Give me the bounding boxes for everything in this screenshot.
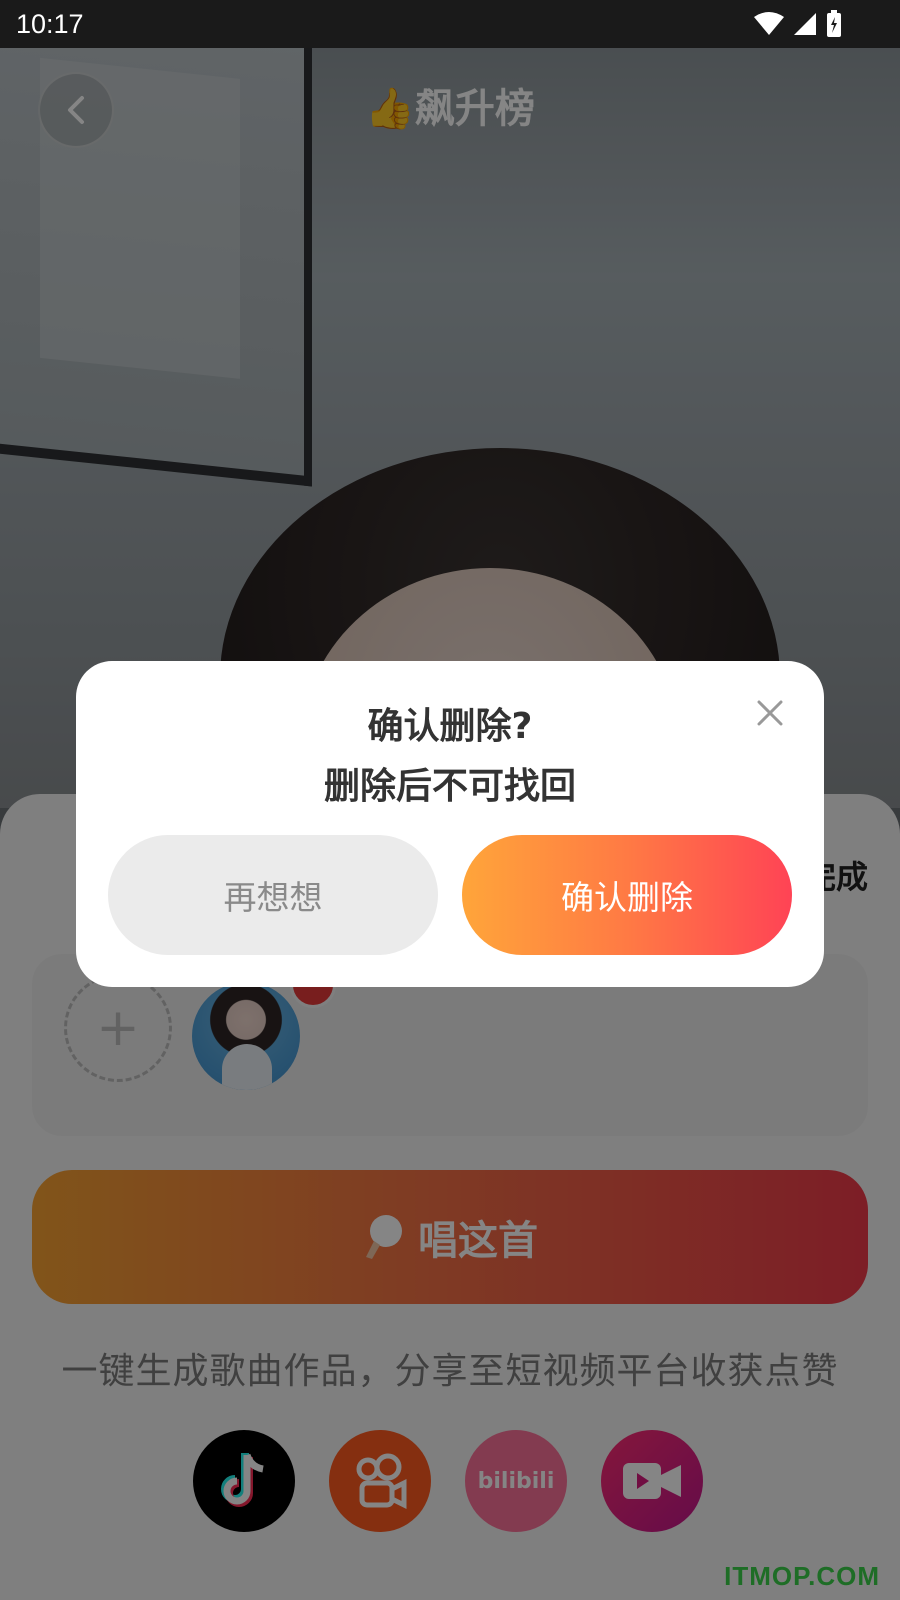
battery-icon — [827, 10, 841, 37]
dialog-title: 确认删除? — [367, 706, 533, 747]
status-icons — [754, 10, 842, 38]
confirm-delete-dialog: 确认删除? 删除后不可找回 再想想 确认删除 — [76, 661, 824, 987]
signal-icon — [794, 13, 816, 35]
dialog-subtitle: 删除后不可找回 — [323, 766, 576, 807]
cancel-button[interactable]: 再想想 — [108, 835, 438, 955]
wifi-icon — [754, 12, 784, 35]
confirm-delete-button[interactable]: 确认删除 — [462, 835, 792, 955]
status-time: 10:17 — [16, 8, 84, 39]
status-bar: 10:17 — [0, 0, 900, 48]
